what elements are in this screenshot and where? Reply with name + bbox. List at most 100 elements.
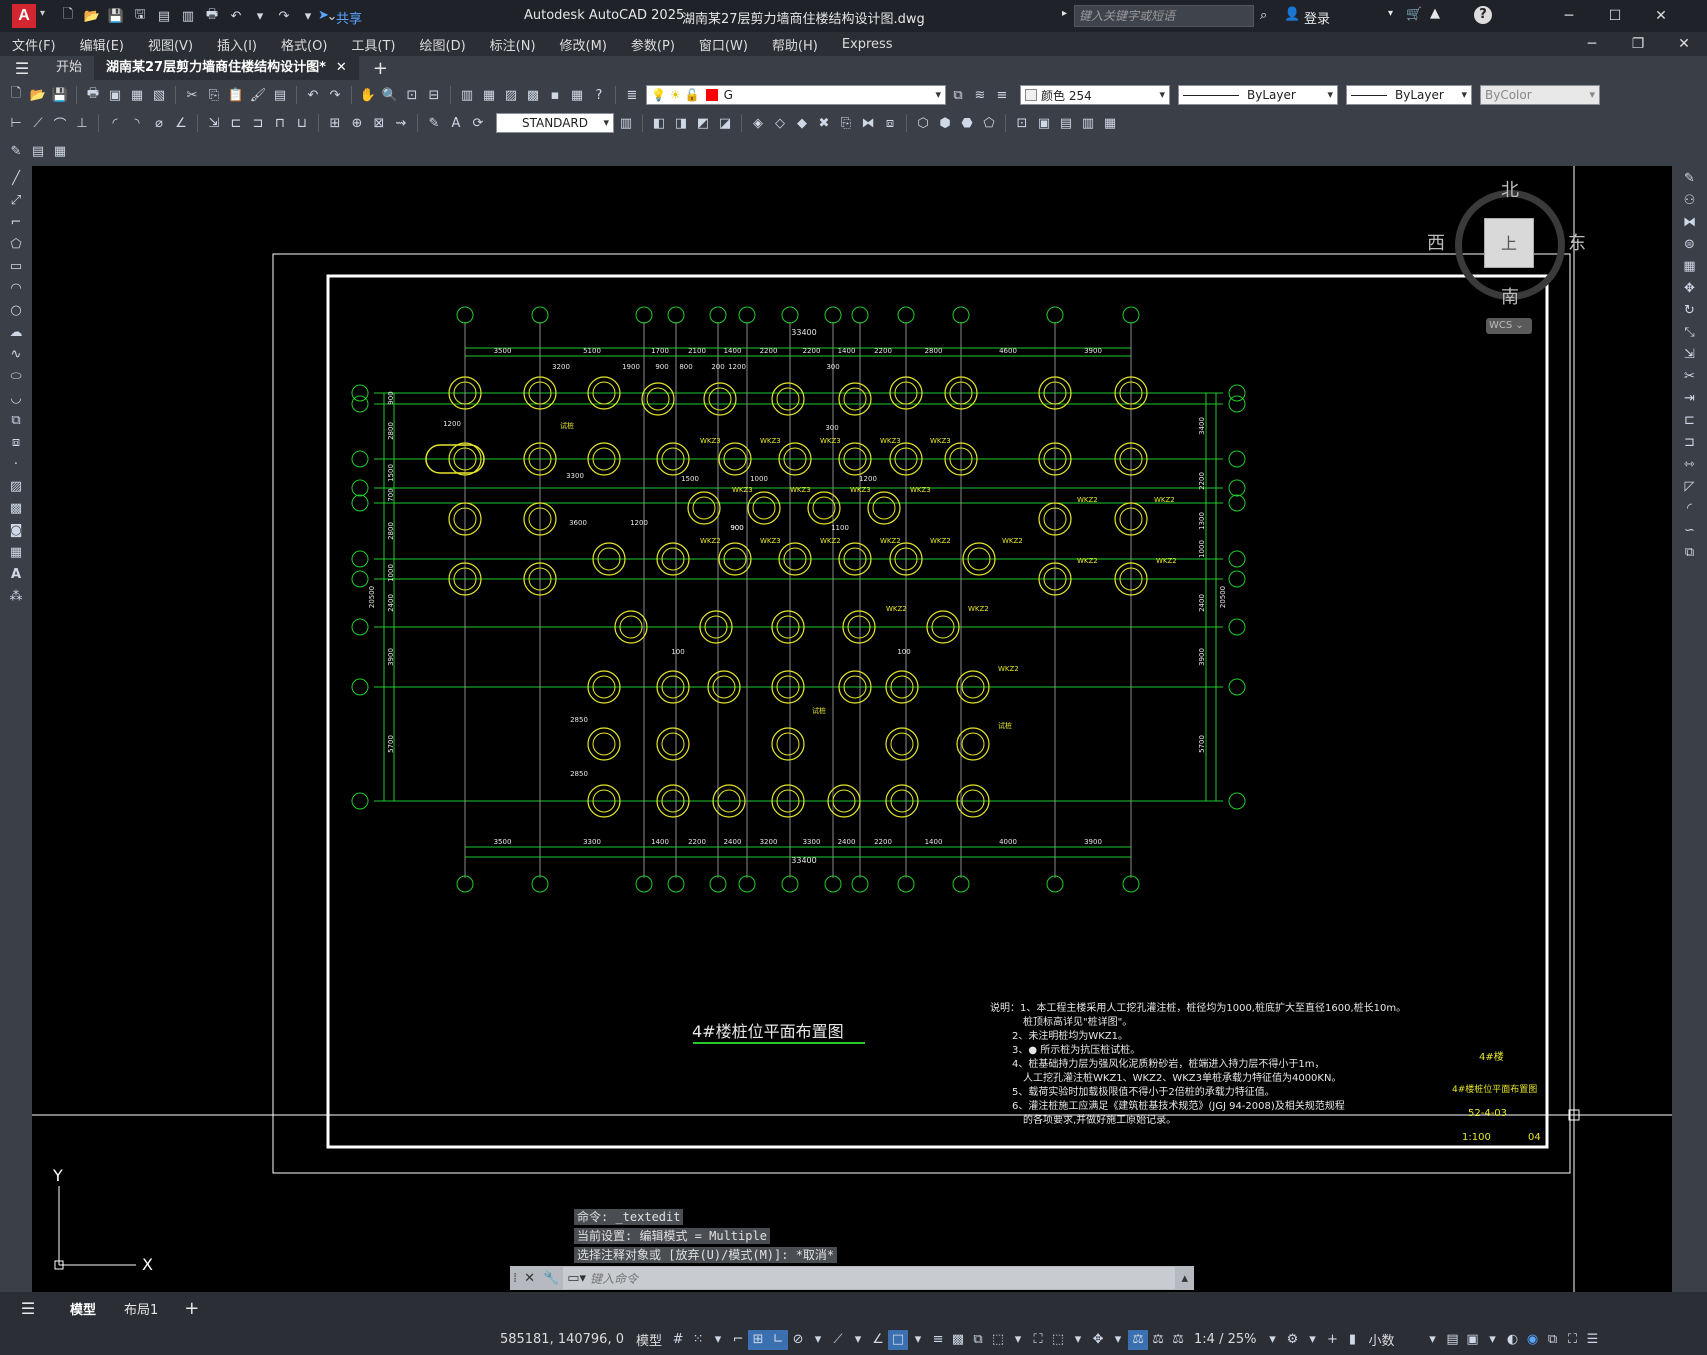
units-icon[interactable]: ▮ xyxy=(1342,1330,1362,1350)
group-icon[interactable]: ⬡ xyxy=(913,113,933,133)
search-icon[interactable]: ⌕ xyxy=(1260,8,1267,23)
offset-icon[interactable]: ⧈ xyxy=(880,113,900,133)
workspace-dropdown-icon[interactable]: ▾ xyxy=(1302,1330,1322,1350)
menu-file[interactable]: 文件(F) xyxy=(0,35,68,54)
layer-on-icon[interactable]: 💡 xyxy=(651,88,666,102)
snap-dropdown-icon[interactable]: ▾ xyxy=(708,1330,728,1350)
polyline-icon[interactable]: ⌐ xyxy=(5,212,27,232)
isodraft-dropdown-icon[interactable]: ▾ xyxy=(848,1330,868,1350)
design-center-icon[interactable]: ▦ xyxy=(479,85,499,105)
plot-icon[interactable]: 🖶 xyxy=(202,6,222,26)
snap-mode-icon[interactable]: ⁙ xyxy=(688,1330,708,1350)
plotstyle-dropdown[interactable]: ByColor ▾ xyxy=(1480,85,1600,105)
gizmo-dropdown-icon[interactable]: ▾ xyxy=(1108,1330,1128,1350)
undo-icon[interactable]: ↶ xyxy=(226,6,246,26)
erase-icon[interactable]: ✖ xyxy=(814,113,834,133)
menu-modify[interactable]: 修改(M) xyxy=(548,35,619,54)
menu-draw[interactable]: 绘图(D) xyxy=(408,35,478,54)
auto-scale-icon[interactable]: ⚖ xyxy=(1148,1330,1168,1350)
logo-menu-caret-icon[interactable]: ▾ xyxy=(40,8,45,19)
share-label[interactable]: 共享 xyxy=(336,8,362,27)
autodesk-app-icon[interactable]: ▲ xyxy=(1430,6,1440,21)
array-icon[interactable]: ▦ xyxy=(1679,256,1701,276)
pdf-icon[interactable]: ▤ xyxy=(1056,113,1076,133)
xref-icon[interactable]: ⊡ xyxy=(1012,113,1032,133)
quick-dim-icon[interactable]: ⇲ xyxy=(204,113,224,133)
sheet-set-icon[interactable]: ▩ xyxy=(523,85,543,105)
infer-constraints-icon[interactable]: ⌐ xyxy=(728,1330,748,1350)
dim-update-icon[interactable]: ⟳ xyxy=(468,113,488,133)
group-select-icon[interactable]: ⬠ xyxy=(979,113,999,133)
tab-active-drawing[interactable]: 湖南某27层剪力墙商住楼结构设计图* ✕ xyxy=(94,56,359,80)
hatch-icon[interactable]: ▨ xyxy=(5,476,27,496)
dgn-icon[interactable]: ▦ xyxy=(1100,113,1120,133)
doc-minimize-button[interactable]: ─ xyxy=(1569,32,1615,56)
close-tab-icon[interactable]: ✕ xyxy=(336,56,347,80)
arc-length-icon[interactable]: ⌒ xyxy=(50,113,70,133)
open-file-icon[interactable]: 📂 xyxy=(82,6,102,26)
attach-icon[interactable]: ◇ xyxy=(770,113,790,133)
quick-properties-icon[interactable]: ▤ xyxy=(1442,1330,1462,1350)
mtext-icon[interactable]: A xyxy=(5,564,27,584)
qnew-icon[interactable]: 🗋 xyxy=(6,85,26,105)
draworder-back-icon[interactable]: ◨ xyxy=(671,113,691,133)
coordinates-readout[interactable]: 585181, 140796, 0 xyxy=(490,1332,630,1347)
graphics-performance-icon[interactable]: ◉ xyxy=(1522,1330,1542,1350)
properties-icon[interactable]: ▥ xyxy=(457,85,477,105)
insert-block-icon[interactable]: ⧉ xyxy=(5,410,27,430)
join-icon[interactable]: ⇿ xyxy=(1679,454,1701,474)
offset-icon[interactable]: ⊜ xyxy=(1679,234,1701,254)
rectangle-icon[interactable]: ▭ xyxy=(5,256,27,276)
layer-freeze-icon[interactable]: ☀ xyxy=(670,88,681,102)
break-icon[interactable]: ⊐ xyxy=(1679,432,1701,452)
lineweight-dropdown[interactable]: ByLayer ▾ xyxy=(1346,85,1472,105)
color-dropdown[interactable]: 颜色 254 ▾ xyxy=(1020,85,1170,105)
plot-icon[interactable]: 🖶 xyxy=(83,85,103,105)
revision-cloud-icon[interactable]: ☁ xyxy=(5,322,27,342)
menu-help[interactable]: 帮助(H) xyxy=(760,35,830,54)
chamfer-icon[interactable]: ◸ xyxy=(1679,476,1701,496)
annotation-scale-icon[interactable]: ⚖ xyxy=(1168,1330,1188,1350)
gizmo-icon[interactable]: ✥ xyxy=(1088,1330,1108,1350)
object-snap-tracking-icon[interactable]: ∠ xyxy=(868,1330,888,1350)
undo-icon[interactable]: ↶ xyxy=(303,85,323,105)
wcs-menu[interactable]: WCS ⌄ xyxy=(1486,318,1532,334)
insert-block-icon[interactable]: ◈ xyxy=(748,113,768,133)
new-tab-icon[interactable]: + xyxy=(359,58,402,79)
markup-icon[interactable]: ▪ xyxy=(545,85,565,105)
make-current-layer-icon[interactable]: ⧉ xyxy=(948,85,968,105)
clean-screen-icon[interactable]: ⛶ xyxy=(1562,1330,1582,1350)
undo-dropdown-icon[interactable]: ▾ xyxy=(250,6,270,26)
viewcube-east[interactable]: 东 xyxy=(1568,229,1586,255)
clip-icon[interactable]: ◆ xyxy=(792,113,812,133)
ortho-icon[interactable]: ∟ xyxy=(768,1329,789,1350)
maximize-window-button[interactable]: ☐ xyxy=(1592,0,1638,32)
lineweight-display-icon[interactable]: ≡ xyxy=(928,1330,948,1350)
dwf-icon[interactable]: ▥ xyxy=(1078,113,1098,133)
linear-dim-icon[interactable]: ⊢ xyxy=(6,113,26,133)
angular-dim-icon[interactable]: ∠ xyxy=(171,113,191,133)
units-dropdown-icon[interactable]: ▾ xyxy=(1422,1330,1442,1350)
attribute-extract-icon[interactable]: ▦ xyxy=(50,141,70,161)
linetype-dropdown[interactable]: ByLayer ▾ xyxy=(1178,85,1338,105)
add-selected-icon[interactable]: ⁂ xyxy=(5,586,27,606)
3d-osnap-dropdown-icon[interactable]: ▾ xyxy=(1008,1330,1028,1350)
annotation-scale-value[interactable]: 1:4 / 25% xyxy=(1188,1332,1262,1347)
annotation-scale-dropdown-icon[interactable]: ▾ xyxy=(1262,1330,1282,1350)
menu-tools[interactable]: 工具(T) xyxy=(339,35,407,54)
stretch-icon[interactable]: ⇲ xyxy=(1679,344,1701,364)
move-icon[interactable]: ✥ xyxy=(1679,278,1701,298)
spline-icon[interactable]: ∿ xyxy=(5,344,27,364)
rotate-icon[interactable]: ↻ xyxy=(1679,300,1701,320)
search-expand-icon[interactable]: ▸ xyxy=(1062,8,1067,19)
cut-icon[interactable]: ✂ xyxy=(182,85,202,105)
tab-layout1[interactable]: 布局1 xyxy=(110,1299,172,1318)
close-window-button[interactable]: ✕ xyxy=(1638,0,1684,32)
autocad-logo[interactable]: A xyxy=(12,4,36,28)
blend-curves-icon[interactable]: ∽ xyxy=(1679,520,1701,540)
lock-ui-dropdown-icon[interactable]: ▾ xyxy=(1482,1330,1502,1350)
viewcube-west[interactable]: 西 xyxy=(1427,229,1445,255)
aligned-dim-icon[interactable]: ⟋ xyxy=(28,113,48,133)
region-icon[interactable]: ◙ xyxy=(5,520,27,540)
cart-icon[interactable]: 🛒 xyxy=(1406,7,1422,22)
